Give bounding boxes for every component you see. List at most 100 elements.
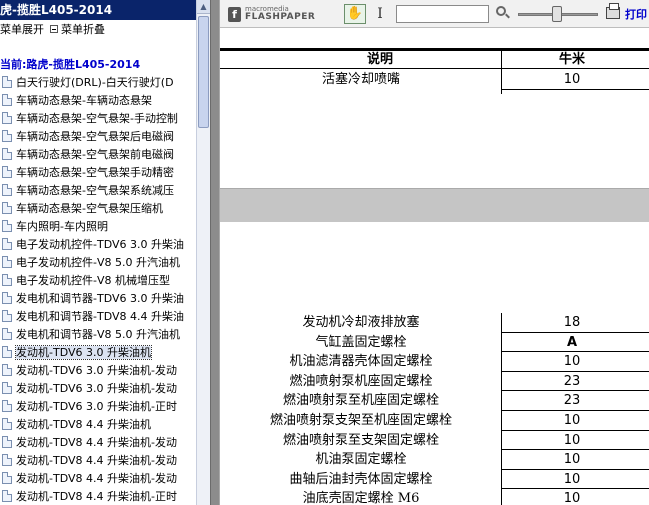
nav-item-label: 电子发动机控件-V8 机械增压型: [16, 274, 170, 287]
nav-item[interactable]: 电子发动机控件-TDV6 3.0 升柴油: [0, 236, 196, 254]
nav-item-label: 车内照明-车内照明: [16, 220, 108, 233]
scroll-thumb[interactable]: [198, 16, 209, 128]
flashpaper-logo: f macromedia FLASHPAPER: [228, 5, 328, 25]
document-icon: [2, 328, 12, 340]
row-value: 10: [563, 452, 581, 468]
nav-item[interactable]: 发电机和调节器-TDV6 3.0 升柴油: [0, 290, 196, 308]
row-value: 18: [563, 315, 581, 330]
viewer-toolbar: f macromedia FLASHPAPER ✋ I 打印: [220, 0, 649, 28]
nav-item-label: 发动机-TDV8 4.4 升柴油机-发动: [16, 472, 177, 485]
collapse-icon[interactable]: [50, 25, 58, 33]
row-description: 油底壳固定螺栓 M6: [302, 491, 420, 505]
nav-title: 虎-揽胜L405-2014: [0, 0, 196, 20]
table-row: 机油滤清器壳体固定螺栓 10: [220, 352, 649, 372]
table-row: 气缸盖固定螺栓 A: [220, 333, 649, 353]
table-row: 燃油喷射泵机座固定螺栓 23: [220, 372, 649, 392]
row-value: 10: [563, 354, 581, 370]
nav-item[interactable]: 车辆动态悬架-空气悬架后电磁阀: [0, 128, 196, 146]
nav-item[interactable]: 发动机-TDV6 3.0 升柴油机-发动: [0, 380, 196, 398]
zoom-slider-thumb[interactable]: [552, 6, 562, 22]
document-icon: [2, 148, 12, 160]
collapse-menu-button[interactable]: 菜单折叠: [61, 23, 105, 36]
document-icon: [2, 400, 12, 412]
pane-splitter[interactable]: [210, 0, 220, 505]
table-row: 油底壳固定螺栓 M6 10: [220, 489, 649, 505]
nav-item-label: 发动机-TDV6 3.0 升柴油机-发动: [16, 382, 177, 395]
document-icon: [2, 274, 12, 286]
nav-item[interactable]: 电子发动机控件-V8 5.0 升汽油机: [0, 254, 196, 272]
nav-item[interactable]: 车辆动态悬架-空气悬架-手动控制: [0, 110, 196, 128]
nav-item-label: 车辆动态悬架-空气悬架手动精密: [16, 166, 174, 179]
nav-item[interactable]: 车辆动态悬架-空气悬架前电磁阀: [0, 146, 196, 164]
nav-scrollbar[interactable]: ▲: [196, 0, 210, 505]
text-select-icon[interactable]: I: [372, 4, 388, 24]
nav-item[interactable]: 车辆动态悬架-空气悬架压缩机: [0, 200, 196, 218]
row-value: 10: [563, 72, 581, 87]
nav-item-label: 发电机和调节器-V8 5.0 升汽油机: [16, 328, 180, 341]
document-icon: [2, 364, 12, 376]
nav-item[interactable]: 车内照明-车内照明: [0, 218, 196, 236]
document-icon: [2, 436, 12, 448]
nav-item[interactable]: 发动机-TDV8 4.4 升柴油机-发动: [0, 434, 196, 452]
print-button[interactable]: 打印: [606, 3, 649, 23]
nav-item-label: 车辆动态悬架-空气悬架-手动控制: [16, 112, 178, 125]
table-row: 燃油喷射泵至支架固定螺栓 10: [220, 431, 649, 451]
row-description: 机油滤清器壳体固定螺栓: [289, 354, 433, 370]
row-value: 10: [563, 471, 581, 487]
nav-item[interactable]: 车辆动态悬架-空气悬架手动精密: [0, 164, 196, 182]
find-input[interactable]: [396, 5, 489, 23]
header-rule: [220, 68, 649, 69]
nav-item-label: 车辆动态悬架-空气悬架压缩机: [16, 202, 163, 215]
row-description: 曲轴后油封壳体固定螺栓: [289, 471, 433, 487]
table-row: 燃油喷射泵至机座固定螺栓 23: [220, 391, 649, 412]
nav-item[interactable]: 发电机和调节器-V8 5.0 升汽油机: [0, 326, 196, 344]
document-icon: [2, 454, 12, 466]
document-icon: [2, 202, 12, 214]
scroll-up-arrow-icon[interactable]: ▲: [197, 0, 210, 14]
nav-item-label: 发动机-TDV6 3.0 升柴油机-发动: [16, 364, 177, 377]
row-description: 气缸盖固定螺栓: [315, 334, 407, 350]
nav-item[interactable]: 发动机-TDV8 4.4 升柴油机: [0, 416, 196, 434]
document-icon: [2, 130, 12, 142]
row-description: 燃油喷射泵至机座固定螺栓: [282, 393, 439, 409]
nav-item[interactable]: 发动机-TDV6 3.0 升柴油机: [0, 344, 196, 362]
column-header-nm: 牛米: [558, 52, 585, 67]
page-break-band: [220, 188, 649, 222]
nav-item[interactable]: 发电机和调节器-TDV8 4.4 升柴油: [0, 308, 196, 326]
row-value: 23: [563, 373, 581, 389]
nav-item[interactable]: 白天行驶灯(DRL)-白天行驶灯(D: [0, 74, 196, 92]
nav-item[interactable]: 电子发动机控件-V8 机械增压型: [0, 272, 196, 290]
row-description: 发动机冷却液排放塞: [302, 315, 420, 330]
document-page: 说明 牛米 活塞冷却喷嘴 10 发动机冷却液排放塞 18 气缸盖固定螺栓 A 机油滤清器壳…: [220, 28, 649, 505]
nav-item[interactable]: 车辆动态悬架-车辆动态悬架: [0, 92, 196, 110]
hand-tool-icon[interactable]: ✋: [344, 4, 366, 24]
nav-item[interactable]: 发动机-TDV8 4.4 升柴油机-发动: [0, 470, 196, 488]
nav-item[interactable]: 发动机-TDV8 4.4 升柴油机-正时: [0, 488, 196, 505]
flashpaper-logo-mark-icon: f: [228, 7, 241, 22]
nav-item[interactable]: 发动机-TDV6 3.0 升柴油机-发动: [0, 362, 196, 380]
nav-item-label: 车辆动态悬架-车辆动态悬架: [16, 94, 152, 107]
document-viewer: f macromedia FLASHPAPER ✋ I 打印 说明 牛米 活塞冷…: [220, 0, 649, 505]
row-underline: [502, 88, 649, 90]
nav-item[interactable]: 发动机-TDV8 4.4 升柴油机-发动: [0, 452, 196, 470]
row-description: 机油泵固定螺栓: [315, 452, 407, 468]
document-icon: [2, 238, 12, 250]
expand-menu-button[interactable]: 菜单展开: [0, 23, 44, 36]
table-row: 发动机冷却液排放塞 18: [220, 313, 649, 333]
nav-item-label: 电子发动机控件-V8 5.0 升汽油机: [16, 256, 180, 269]
document-icon: [2, 490, 12, 502]
document-icon: [2, 472, 12, 484]
nav-item-label: 发电机和调节器-TDV6 3.0 升柴油: [16, 292, 184, 305]
current-location: 当前:路虎-揽胜L405-2014: [0, 58, 141, 71]
row-description: 燃油喷射泵支架至机座固定螺栓: [269, 413, 452, 428]
document-icon: [2, 382, 12, 394]
nav-item-label: 发动机-TDV8 4.4 升柴油机: [16, 418, 151, 431]
nav-item-label: 发动机-TDV8 4.4 升柴油机-发动: [16, 454, 177, 467]
nav-item[interactable]: 车辆动态悬架-空气悬架系统减压: [0, 182, 196, 200]
nav-item-label: 发动机-TDV8 4.4 升柴油机-发动: [16, 436, 177, 449]
document-icon: [2, 418, 12, 430]
zoom-icon[interactable]: [496, 6, 510, 20]
row-value: 10: [563, 413, 581, 428]
nav-item[interactable]: 发动机-TDV6 3.0 升柴油机-正时: [0, 398, 196, 416]
table-row: 曲轴后油封壳体固定螺栓 10: [220, 470, 649, 490]
